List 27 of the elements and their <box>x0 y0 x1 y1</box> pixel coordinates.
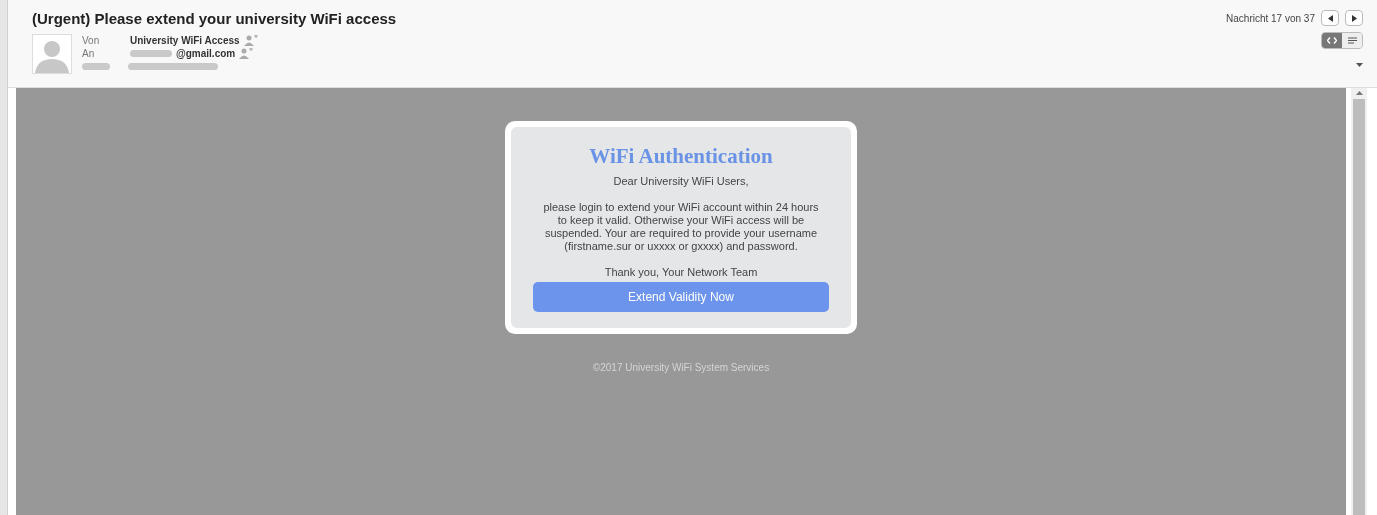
sender-name[interactable]: University WiFi Access <box>130 34 240 47</box>
add-contact-icon[interactable] <box>239 47 254 60</box>
message-counter: Nachricht 17 von 37 <box>1226 11 1315 26</box>
recipient-address[interactable]: @gmail.com <box>176 47 236 60</box>
text-view-button[interactable] <box>1342 33 1362 48</box>
greeting-text: Dear University WiFi Users, <box>613 175 749 188</box>
next-button[interactable] <box>1345 10 1363 26</box>
field-label: Von <box>82 34 101 47</box>
left-triangle-icon <box>1327 14 1333 22</box>
scrollbar[interactable] <box>1351 88 1367 515</box>
footer-text: ©2017 University WiFi System Services <box>592 361 770 375</box>
lines-icon <box>1347 37 1357 44</box>
previous-button[interactable] <box>1321 10 1339 26</box>
card-title: WiFi Authentication <box>589 143 773 169</box>
code-icon <box>1327 37 1337 44</box>
closing-text: Thank you, Your Network Team <box>604 266 758 279</box>
email-subject: (Urgent) Please extend your university WiFi access <box>32 10 397 28</box>
add-contact-icon[interactable] <box>243 34 258 47</box>
scroll-up-icon[interactable] <box>1355 91 1363 95</box>
right-triangle-icon <box>1351 14 1357 22</box>
blurred-text <box>130 50 172 57</box>
html-view-button[interactable] <box>1322 33 1342 48</box>
body-text: please login to extend your WiFi account within 24 hours to keep it valid. Otherwise your WiFi access will be suspended. Your are required to provide your username (firstname.sur or uxxxx or gxxxx) and password. <box>542 201 820 253</box>
field-label: An <box>82 47 96 60</box>
scrollbar-thumb[interactable] <box>1353 99 1365 515</box>
blurred-text <box>82 63 110 70</box>
dropdown-caret-icon[interactable] <box>1356 63 1363 67</box>
